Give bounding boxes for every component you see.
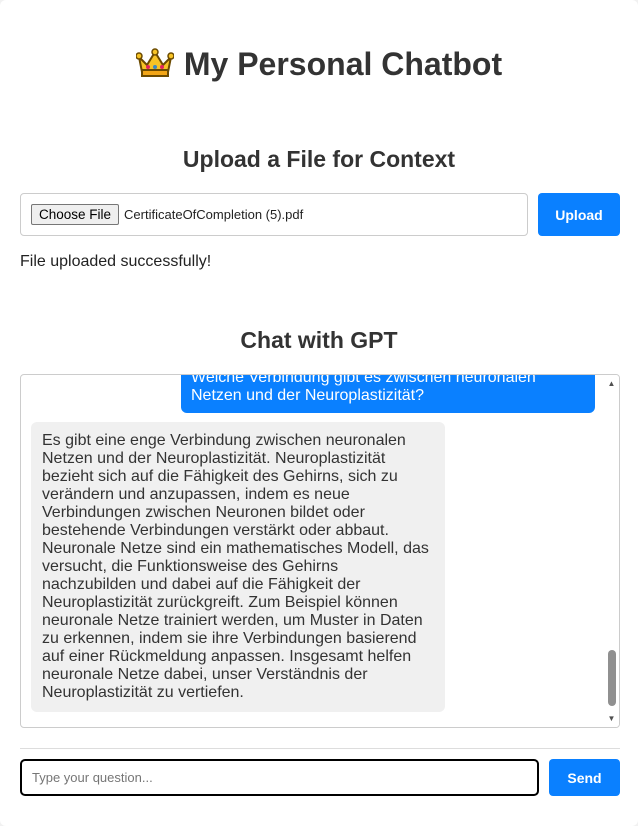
upload-button[interactable]: Upload [538, 193, 620, 236]
send-button[interactable]: Send [549, 759, 620, 796]
page-title-text: My Personal Chatbot [183, 46, 503, 82]
divider [20, 748, 620, 749]
scroll-thumb[interactable] [608, 650, 616, 706]
upload-status-message: File uploaded successfully! [20, 253, 212, 270]
scroll-up-icon[interactable]: ▲ [604, 376, 619, 391]
scroll-down-icon[interactable]: ▼ [604, 711, 619, 726]
chat-scrollbar[interactable]: ▲ ▼ [604, 375, 619, 727]
chat-history[interactable]: Welche Verbindung gibt es zwischen neuro… [20, 374, 620, 728]
bot-message: Es gibt eine enge Verbindung zwischen ne… [31, 422, 445, 712]
upload-heading: Upload a File for Context [182, 146, 456, 172]
file-input[interactable]: Choose File CertificateOfCompletion (5).… [20, 193, 528, 236]
selected-file-name: CertificateOfCompletion (5).pdf [124, 207, 304, 222]
chat-heading: Chat with GPT [240, 327, 398, 353]
chatbot-card: My Personal Chatbot Upload a File for Co… [0, 0, 638, 826]
choose-file-button[interactable]: Choose File [31, 204, 120, 225]
page-title: My Personal Chatbot [0, 44, 638, 84]
user-message: Welche Verbindung gibt es zwischen neuro… [181, 375, 595, 413]
question-input[interactable] [20, 759, 539, 796]
crown-icon [135, 48, 174, 77]
